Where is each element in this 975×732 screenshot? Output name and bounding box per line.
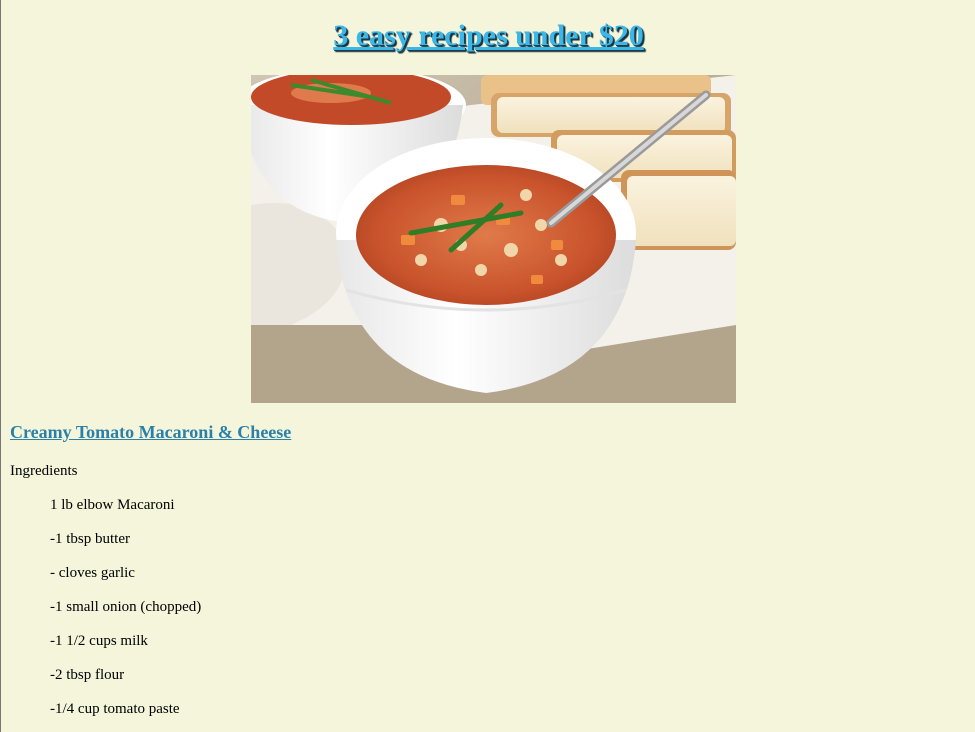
ingredient-item: 1 lb elbow Macaroni: [50, 497, 175, 513]
recipe-photo: [251, 75, 736, 403]
ingredients-heading: Ingredients: [10, 463, 78, 479]
ingredient-item: -1 small onion (chopped): [50, 599, 202, 615]
ingredient-item: -2 tbsp flour: [50, 667, 125, 683]
page-title: 3 easy recipes under $20: [333, 19, 644, 52]
recipe-title-link[interactable]: Creamy Tomato Macaroni & Cheese: [10, 422, 291, 443]
ingredient-item: -1 1/2 cups milk: [50, 633, 148, 649]
ingredient-item: -1/4 cup tomato paste: [50, 701, 180, 717]
ingredient-item: -1 tbsp butter: [50, 531, 130, 547]
ingredient-item: - cloves garlic: [50, 565, 135, 581]
